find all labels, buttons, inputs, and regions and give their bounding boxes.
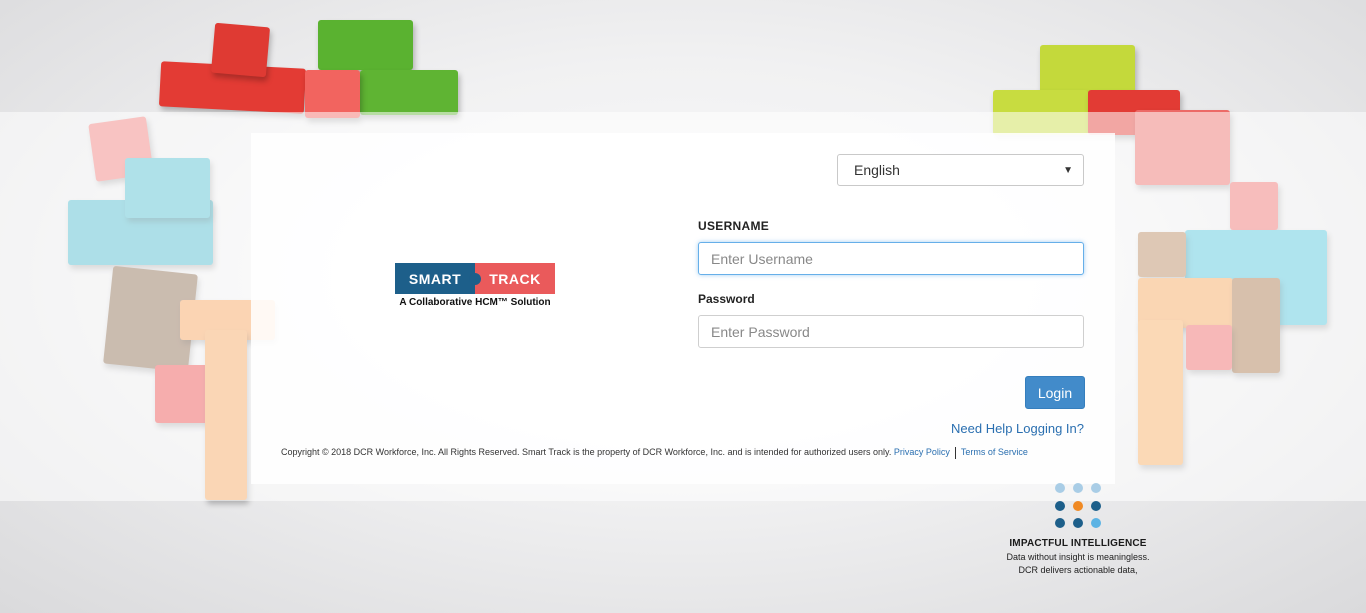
copyright-statement: Copyright © 2018 DCR Workforce, Inc. All… — [281, 447, 892, 457]
password-label: Password — [698, 292, 755, 306]
impact-title: IMPACTFUL INTELLIGENCE — [1009, 538, 1147, 549]
username-label: USERNAME — [698, 219, 770, 233]
terms-of-service-link[interactable]: Terms of Service — [961, 447, 1028, 457]
chevron-down-icon: ▼ — [1063, 164, 1073, 176]
login-button[interactable]: Login — [1025, 376, 1085, 409]
password-input[interactable] — [698, 315, 1084, 348]
impact-line-2: DCR delivers actionable data, — [1018, 565, 1138, 575]
impactful-intelligence-panel: IMPACTFUL INTELLIGENCE Data without insi… — [1000, 538, 1156, 575]
logo-track: TRACK — [475, 263, 555, 294]
impact-line-1: Data without insight is meaningless. — [1006, 552, 1150, 562]
privacy-policy-link[interactable]: Privacy Policy — [894, 447, 950, 457]
language-selected: English — [854, 162, 900, 178]
logo-bar: SMART TRACK — [395, 263, 555, 294]
need-help-link[interactable]: Need Help Logging In? — [951, 421, 1084, 436]
link-separator — [954, 446, 956, 459]
language-select[interactable]: English ▼ — [837, 154, 1084, 186]
logo-smart: SMART — [395, 263, 481, 294]
smart-track-logo: SMART TRACK A Collaborative HCM™ Solutio… — [395, 263, 555, 308]
copyright-text: Copyright © 2018 DCR Workforce, Inc. All… — [281, 445, 1091, 460]
username-input[interactable] — [698, 242, 1084, 275]
logo-tagline: A Collaborative HCM™ Solution — [399, 297, 551, 308]
